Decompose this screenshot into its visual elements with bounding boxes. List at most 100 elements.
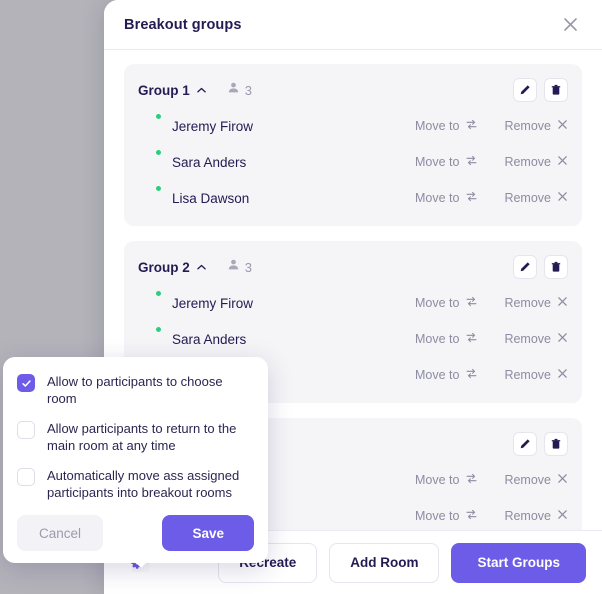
close-icon: [557, 119, 568, 133]
option-checkbox[interactable]: [17, 421, 35, 439]
settings-option[interactable]: Allow to participants to choose room: [17, 373, 254, 407]
participant-row: Sara Anders Move to Remove: [138, 144, 568, 180]
move-to-button[interactable]: Move to: [415, 331, 478, 347]
move-to-label: Move to: [414, 509, 460, 523]
chevron-up-icon[interactable]: [196, 85, 207, 96]
settings-option[interactable]: Allow participants to return to the main…: [17, 420, 254, 454]
remove-participant-button[interactable]: Remove: [504, 296, 568, 310]
participant-name: Lisa Dawson: [172, 190, 250, 206]
move-to-label: Move to: [414, 155, 460, 169]
remove-participant-button[interactable]: Remove: [504, 191, 568, 205]
start-groups-button[interactable]: Start Groups: [451, 542, 586, 583]
participant-name: Jeremy Firow: [172, 295, 254, 311]
participant-actions: Move to Remove: [415, 367, 568, 383]
move-to-label: Move to: [414, 191, 460, 205]
group-card: Group 1 3 Jeremy Firow Move to Remove Sara An…: [124, 64, 582, 226]
group-header: Group 2 3: [138, 249, 568, 285]
avatar: [138, 290, 162, 314]
remove-label: Remove: [504, 473, 551, 487]
settings-popover: Allow to participants to choose room Allo…: [3, 357, 268, 563]
close-icon: [557, 191, 568, 205]
swap-icon: [465, 508, 478, 524]
add-room-button[interactable]: Add Room: [329, 542, 440, 583]
remove-participant-button[interactable]: Remove: [504, 473, 568, 487]
dialog-header: Breakout groups: [104, 0, 602, 50]
participant-actions: Move to Remove: [415, 190, 568, 206]
option-label: Allow to participants to choose room: [47, 374, 223, 406]
swap-icon: [465, 295, 478, 311]
remove-label: Remove: [504, 509, 551, 523]
delete-group-button[interactable]: [544, 78, 568, 102]
remove-label: Remove: [504, 191, 551, 205]
participant-count: 3: [227, 258, 252, 276]
settings-option[interactable]: Automatically move ass assigned particip…: [17, 467, 254, 501]
remove-participant-button[interactable]: Remove: [504, 119, 568, 133]
close-icon: [557, 368, 568, 382]
cancel-button[interactable]: Cancel: [17, 515, 104, 551]
swap-icon: [465, 154, 478, 170]
move-to-button[interactable]: Move to: [415, 472, 478, 488]
online-status-dot: [155, 149, 162, 156]
popover-actions: Cancel Save: [17, 515, 254, 551]
close-icon: [557, 473, 568, 487]
remove-participant-button[interactable]: Remove: [504, 509, 568, 523]
remove-label: Remove: [504, 296, 551, 310]
save-button[interactable]: Save: [162, 515, 254, 551]
move-to-label: Move to: [414, 332, 460, 346]
footer-actions: Recreate Add Room Start Groups: [218, 542, 586, 583]
participant-row: Jeremy Firow Move to Remove: [138, 285, 568, 321]
avatar: [138, 326, 162, 350]
swap-icon: [465, 331, 478, 347]
edit-group-button[interactable]: [513, 255, 537, 279]
group-actions: [513, 78, 568, 102]
move-to-button[interactable]: Move to: [415, 367, 478, 383]
option-label: Automatically move ass assigned particip…: [47, 468, 240, 500]
swap-icon: [465, 472, 478, 488]
remove-label: Remove: [504, 368, 551, 382]
participant-actions: Move to Remove: [415, 472, 568, 488]
option-checkbox[interactable]: [17, 374, 35, 392]
participant-actions: Move to Remove: [415, 331, 568, 347]
close-icon[interactable]: [558, 13, 582, 37]
remove-label: Remove: [504, 119, 551, 133]
move-to-label: Move to: [414, 296, 460, 310]
group-title: Group 2: [138, 259, 190, 275]
participant-actions: Move to Remove: [415, 118, 568, 134]
delete-group-button[interactable]: [544, 255, 568, 279]
avatar: [138, 149, 162, 173]
person-icon: [227, 258, 240, 276]
edit-group-button[interactable]: [513, 78, 537, 102]
group-actions: [513, 432, 568, 456]
person-icon: [227, 81, 240, 99]
participant-actions: Move to Remove: [415, 508, 568, 524]
move-to-label: Move to: [414, 368, 460, 382]
move-to-label: Move to: [414, 473, 460, 487]
chevron-up-icon[interactable]: [196, 262, 207, 273]
close-icon: [557, 332, 568, 346]
participant-count: 3: [227, 81, 252, 99]
move-to-button[interactable]: Move to: [415, 190, 478, 206]
delete-group-button[interactable]: [544, 432, 568, 456]
group-title: Group 1: [138, 82, 190, 98]
online-status-dot: [155, 185, 162, 192]
option-label: Allow participants to return to the main…: [47, 421, 237, 453]
remove-participant-button[interactable]: Remove: [504, 368, 568, 382]
remove-participant-button[interactable]: Remove: [504, 155, 568, 169]
move-to-button[interactable]: Move to: [415, 295, 478, 311]
participant-row: Sara Anders Move to Remove: [138, 321, 568, 357]
move-to-button[interactable]: Move to: [415, 118, 478, 134]
group-header: Group 1 3: [138, 72, 568, 108]
move-to-button[interactable]: Move to: [415, 154, 478, 170]
participant-actions: Move to Remove: [415, 154, 568, 170]
participant-name: Sara Anders: [172, 154, 247, 170]
participant-name: Sara Anders: [172, 331, 247, 347]
avatar: [138, 113, 162, 137]
swap-icon: [465, 118, 478, 134]
move-to-button[interactable]: Move to: [415, 508, 478, 524]
close-icon: [557, 509, 568, 523]
option-checkbox[interactable]: [17, 468, 35, 486]
avatar: [138, 185, 162, 209]
remove-participant-button[interactable]: Remove: [504, 332, 568, 346]
remove-label: Remove: [504, 332, 551, 346]
edit-group-button[interactable]: [513, 432, 537, 456]
